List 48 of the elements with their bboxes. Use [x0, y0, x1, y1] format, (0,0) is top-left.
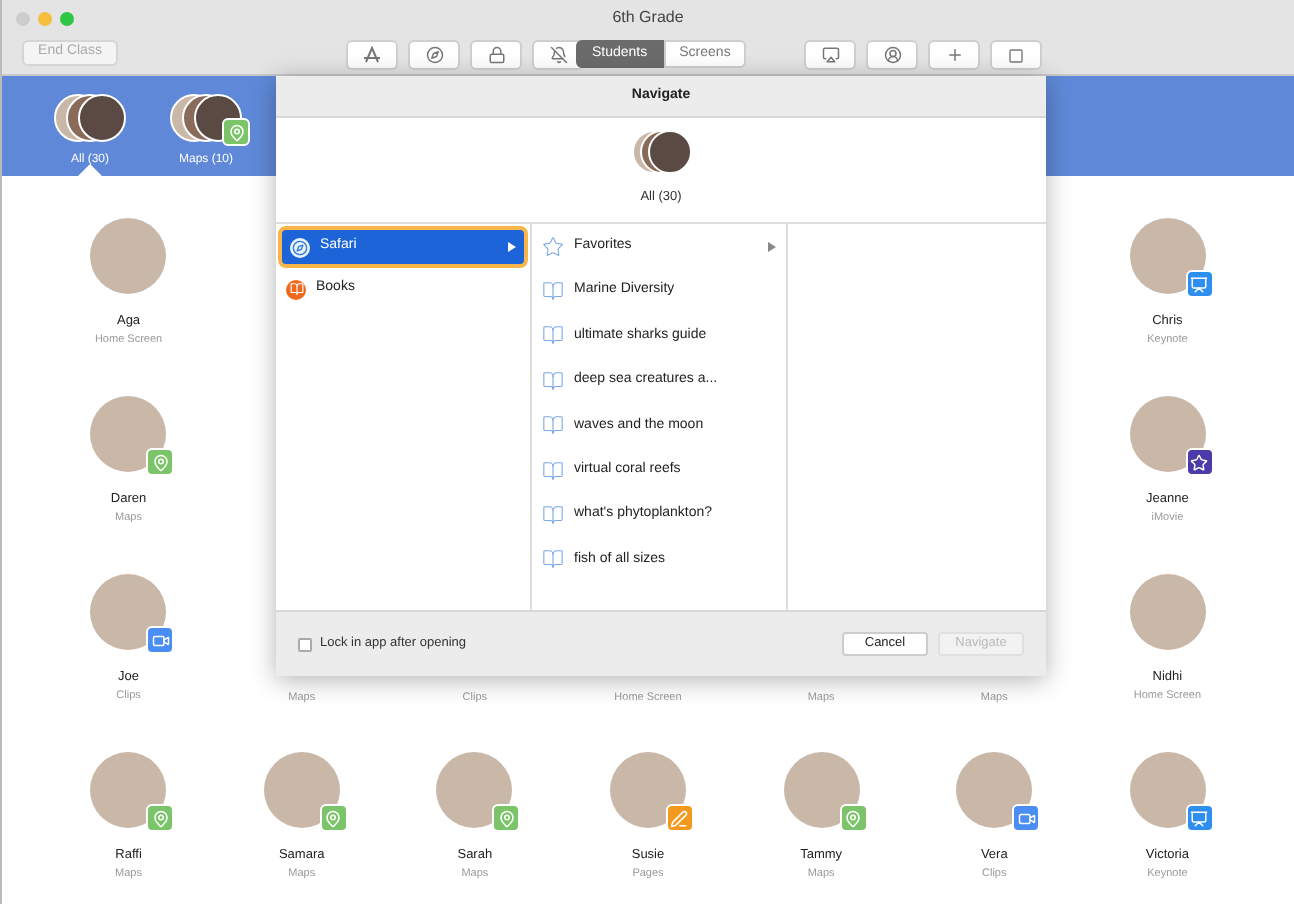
book-icon: [542, 548, 564, 571]
star-icon: [542, 235, 564, 258]
add-icon[interactable]: [928, 40, 980, 70]
avatar: [609, 752, 686, 828]
avatar: [90, 218, 167, 294]
book-icon: [542, 504, 564, 527]
avatar-stack: [54, 94, 126, 142]
maps-app-icon: [839, 804, 868, 832]
avatar: [1129, 752, 1206, 828]
pen-app-icon: [665, 804, 694, 832]
book-icon: [542, 459, 564, 482]
maps-app-icon: [146, 804, 175, 832]
apps-icon[interactable]: [346, 40, 398, 70]
window-title: 6th Grade: [612, 6, 684, 30]
avatar: [1129, 574, 1206, 650]
avatar: [956, 752, 1033, 828]
avatar: [783, 752, 860, 828]
star-app-icon: [1185, 448, 1214, 476]
maps-app-icon: [146, 448, 175, 476]
submenu-arrow-icon: [768, 241, 776, 252]
avatar: [1129, 396, 1206, 472]
selection-pointer: [78, 164, 102, 176]
avatar: [90, 574, 167, 650]
checkbox[interactable]: [298, 637, 312, 651]
square-icon[interactable]: [990, 40, 1042, 70]
book-app-icon: [286, 279, 306, 299]
avatar: [90, 396, 167, 472]
airplay-icon[interactable]: [804, 40, 856, 70]
avatar: [263, 752, 340, 828]
avatar-stack: [631, 130, 691, 174]
avatar: [90, 752, 167, 828]
presentation-app-icon: [1185, 804, 1214, 832]
presentation-app-icon: [1185, 270, 1214, 298]
book-icon: [542, 324, 564, 347]
avatar: [1129, 218, 1206, 294]
maps-app-icon: [492, 804, 521, 832]
video-camera-app-icon: [1012, 804, 1041, 832]
maps-app-icon: [319, 804, 348, 832]
book-icon: [542, 369, 564, 392]
book-icon: [542, 414, 564, 437]
video-camera-app-icon: [146, 626, 175, 654]
submenu-arrow-icon: [508, 242, 516, 252]
compass-app-icon: [290, 237, 310, 257]
lock-icon[interactable]: [470, 40, 522, 70]
book-icon: [542, 280, 564, 303]
maps-app-icon: [222, 118, 250, 146]
avatar: [436, 752, 513, 828]
compass-icon[interactable]: [408, 40, 460, 70]
